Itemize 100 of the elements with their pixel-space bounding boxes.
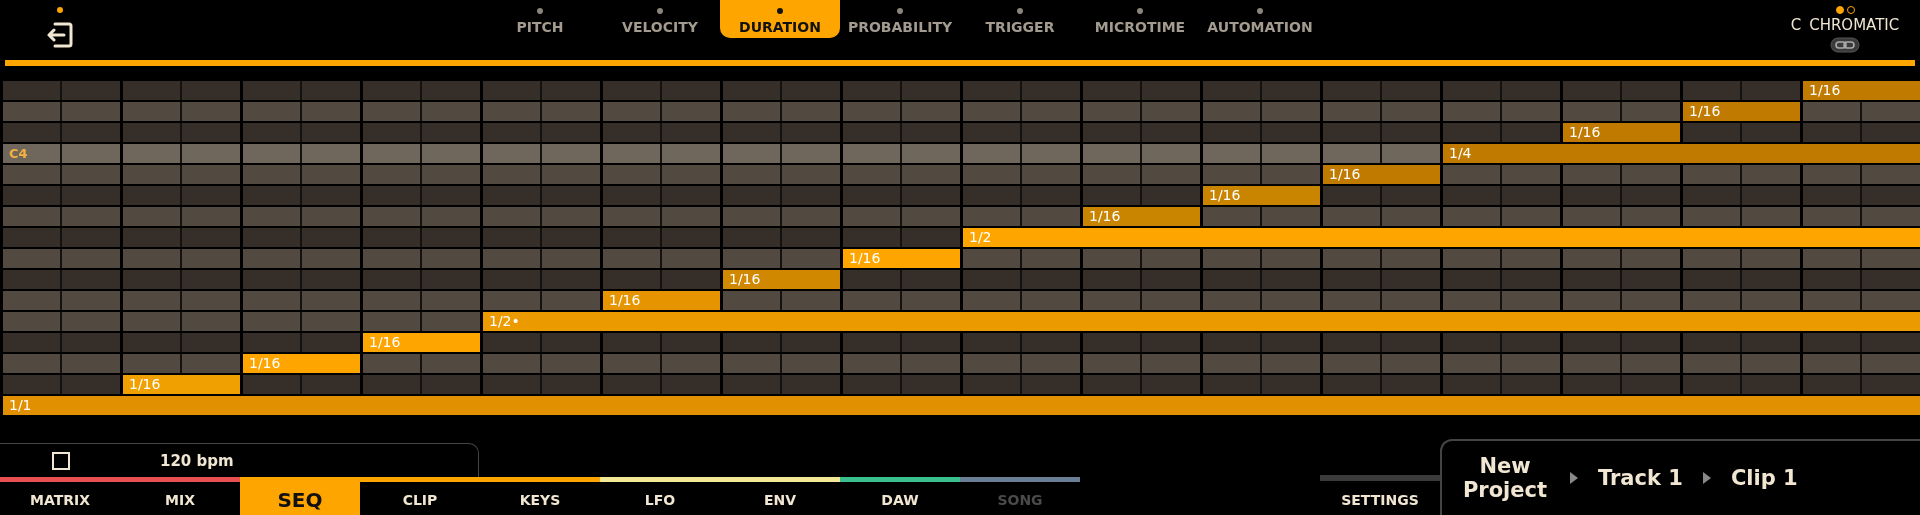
grid-cell[interactable] — [843, 144, 960, 163]
grid-cell[interactable] — [123, 333, 240, 352]
scale-name[interactable]: CHROMATIC — [1809, 16, 1900, 34]
tempo-label[interactable]: 120 bpm — [160, 451, 234, 470]
grid-cell[interactable] — [243, 228, 360, 247]
grid-cell[interactable] — [1323, 291, 1440, 310]
grid-cell[interactable] — [243, 375, 360, 394]
grid-cell[interactable] — [483, 207, 600, 226]
grid-cell[interactable] — [1203, 207, 1320, 226]
grid-cell[interactable] — [483, 123, 600, 142]
grid-cell[interactable] — [1323, 333, 1440, 352]
grid-cell[interactable] — [3, 207, 120, 226]
grid-cell[interactable] — [1203, 270, 1320, 289]
grid-cell[interactable] — [3, 186, 120, 205]
grid-cell[interactable] — [3, 228, 120, 247]
mode-tab[interactable]: VELOCITY — [600, 0, 720, 38]
grid-cell[interactable] — [1563, 291, 1680, 310]
grid-cell[interactable] — [1443, 333, 1560, 352]
grid-cell[interactable] — [1083, 291, 1200, 310]
grid-cell[interactable] — [603, 228, 720, 247]
link-icon[interactable] — [1830, 37, 1860, 53]
grid-cell[interactable] — [3, 123, 120, 142]
grid-cell[interactable] — [963, 375, 1080, 394]
grid-cell[interactable] — [1803, 270, 1920, 289]
grid-cell[interactable] — [123, 270, 240, 289]
grid-cell[interactable] — [1683, 81, 1800, 100]
grid-cell[interactable] — [1203, 375, 1320, 394]
grid-cell[interactable] — [123, 144, 240, 163]
grid-cell[interactable] — [603, 186, 720, 205]
grid-cell[interactable] — [483, 165, 600, 184]
grid-cell[interactable] — [963, 249, 1080, 268]
grid-cell[interactable] — [1203, 354, 1320, 373]
grid-cell[interactable] — [1683, 249, 1800, 268]
grid-cell[interactable] — [243, 102, 360, 121]
grid-cell[interactable] — [843, 165, 960, 184]
grid-cell[interactable] — [603, 207, 720, 226]
grid-cell[interactable] — [1323, 270, 1440, 289]
section-tab[interactable]: DAW — [840, 477, 960, 515]
grid-cell[interactable] — [123, 207, 240, 226]
grid-cell[interactable] — [363, 375, 480, 394]
grid-cell[interactable] — [363, 249, 480, 268]
grid-cell[interactable] — [963, 165, 1080, 184]
grid-cell[interactable] — [843, 186, 960, 205]
grid-cell[interactable] — [483, 333, 600, 352]
mode-tab[interactable]: AUTOMATION — [1200, 0, 1320, 38]
grid-cell[interactable] — [1803, 354, 1920, 373]
grid-cell[interactable] — [843, 375, 960, 394]
grid-cell[interactable] — [723, 333, 840, 352]
grid-cell[interactable] — [1323, 207, 1440, 226]
grid-cell[interactable] — [1083, 144, 1200, 163]
grid-cell[interactable] — [243, 249, 360, 268]
checkbox[interactable] — [52, 451, 70, 470]
grid-cell[interactable] — [1323, 249, 1440, 268]
grid-cell[interactable] — [3, 81, 120, 100]
grid-cell[interactable] — [1323, 354, 1440, 373]
grid-cell[interactable] — [1443, 375, 1560, 394]
grid-cell[interactable] — [603, 123, 720, 142]
grid-cell[interactable] — [123, 291, 240, 310]
grid-cell[interactable] — [723, 81, 840, 100]
grid-cell[interactable] — [483, 249, 600, 268]
grid-cell[interactable] — [1203, 249, 1320, 268]
grid-cell[interactable] — [603, 81, 720, 100]
grid-cell[interactable] — [723, 291, 840, 310]
breadcrumb-item[interactable]: Track 1 — [1598, 466, 1683, 490]
grid-cell[interactable] — [963, 102, 1080, 121]
grid-cell[interactable] — [1203, 81, 1320, 100]
grid-cell[interactable] — [723, 228, 840, 247]
grid-cell[interactable] — [363, 228, 480, 247]
grid-cell[interactable] — [1323, 81, 1440, 100]
grid-cell[interactable] — [1083, 354, 1200, 373]
grid-cell[interactable] — [243, 270, 360, 289]
grid-cell[interactable] — [243, 291, 360, 310]
grid-cell[interactable] — [1323, 123, 1440, 142]
grid-cell[interactable] — [3, 354, 120, 373]
grid-cell[interactable] — [363, 81, 480, 100]
grid-cell[interactable] — [123, 81, 240, 100]
grid-cell[interactable] — [1443, 165, 1560, 184]
grid-cell[interactable] — [1083, 165, 1200, 184]
grid-cell[interactable] — [1323, 102, 1440, 121]
grid-cell[interactable] — [1203, 333, 1320, 352]
grid-cell[interactable] — [123, 354, 240, 373]
grid-cell[interactable] — [1203, 102, 1320, 121]
grid-cell[interactable] — [1803, 291, 1920, 310]
grid-cell[interactable] — [1563, 165, 1680, 184]
grid-cell[interactable] — [1563, 375, 1680, 394]
grid-cell[interactable] — [483, 81, 600, 100]
grid-cell[interactable] — [1203, 291, 1320, 310]
grid-cell[interactable] — [1323, 186, 1440, 205]
grid-cell[interactable] — [723, 165, 840, 184]
grid-cell[interactable] — [363, 102, 480, 121]
grid-cell[interactable] — [963, 144, 1080, 163]
grid-cell[interactable] — [603, 270, 720, 289]
grid-cell[interactable] — [1443, 270, 1560, 289]
grid-cell[interactable] — [3, 270, 120, 289]
grid-cell[interactable] — [483, 291, 600, 310]
grid-cell[interactable] — [1803, 207, 1920, 226]
section-tab[interactable]: MATRIX — [0, 477, 120, 515]
grid-cell[interactable] — [843, 207, 960, 226]
breadcrumb-item[interactable]: Clip 1 — [1730, 466, 1798, 490]
grid-cell[interactable] — [723, 207, 840, 226]
